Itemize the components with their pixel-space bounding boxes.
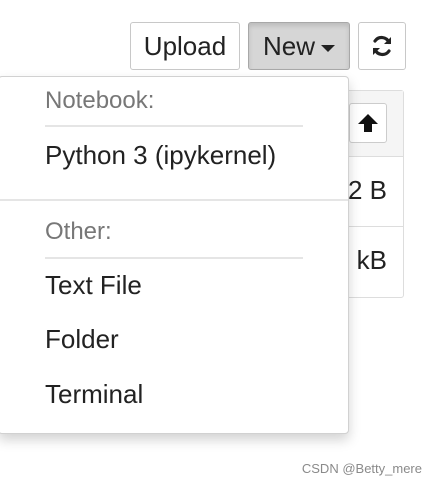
notebook-section-header: Notebook: [45, 87, 155, 114]
menu-item-folder[interactable]: Folder [45, 324, 119, 355]
new-dropdown-menu: Notebook: Python 3 (ipykernel) Other: Te… [0, 76, 349, 434]
caret-down-icon [321, 44, 335, 52]
watermark: CSDN @Betty_mere [301, 461, 422, 476]
divider [0, 199, 348, 201]
other-section-header: Other: [45, 218, 112, 245]
menu-item-python3[interactable]: Python 3 (ipykernel) [45, 140, 276, 171]
upload-button-label: Upload [143, 30, 227, 61]
upload-button[interactable]: Upload [130, 22, 240, 70]
file-size: kB [356, 245, 387, 275]
sort-button[interactable] [349, 103, 387, 143]
arrow-up-icon [358, 114, 378, 132]
refresh-button[interactable] [358, 22, 406, 70]
divider [45, 125, 303, 127]
file-size: 2 B [347, 175, 387, 205]
menu-item-terminal[interactable]: Terminal [45, 379, 143, 410]
new-button-label: New [262, 30, 315, 61]
menu-item-text-file[interactable]: Text File [45, 270, 142, 301]
new-button[interactable]: New [248, 22, 350, 70]
refresh-icon [373, 35, 391, 57]
divider [45, 257, 303, 259]
